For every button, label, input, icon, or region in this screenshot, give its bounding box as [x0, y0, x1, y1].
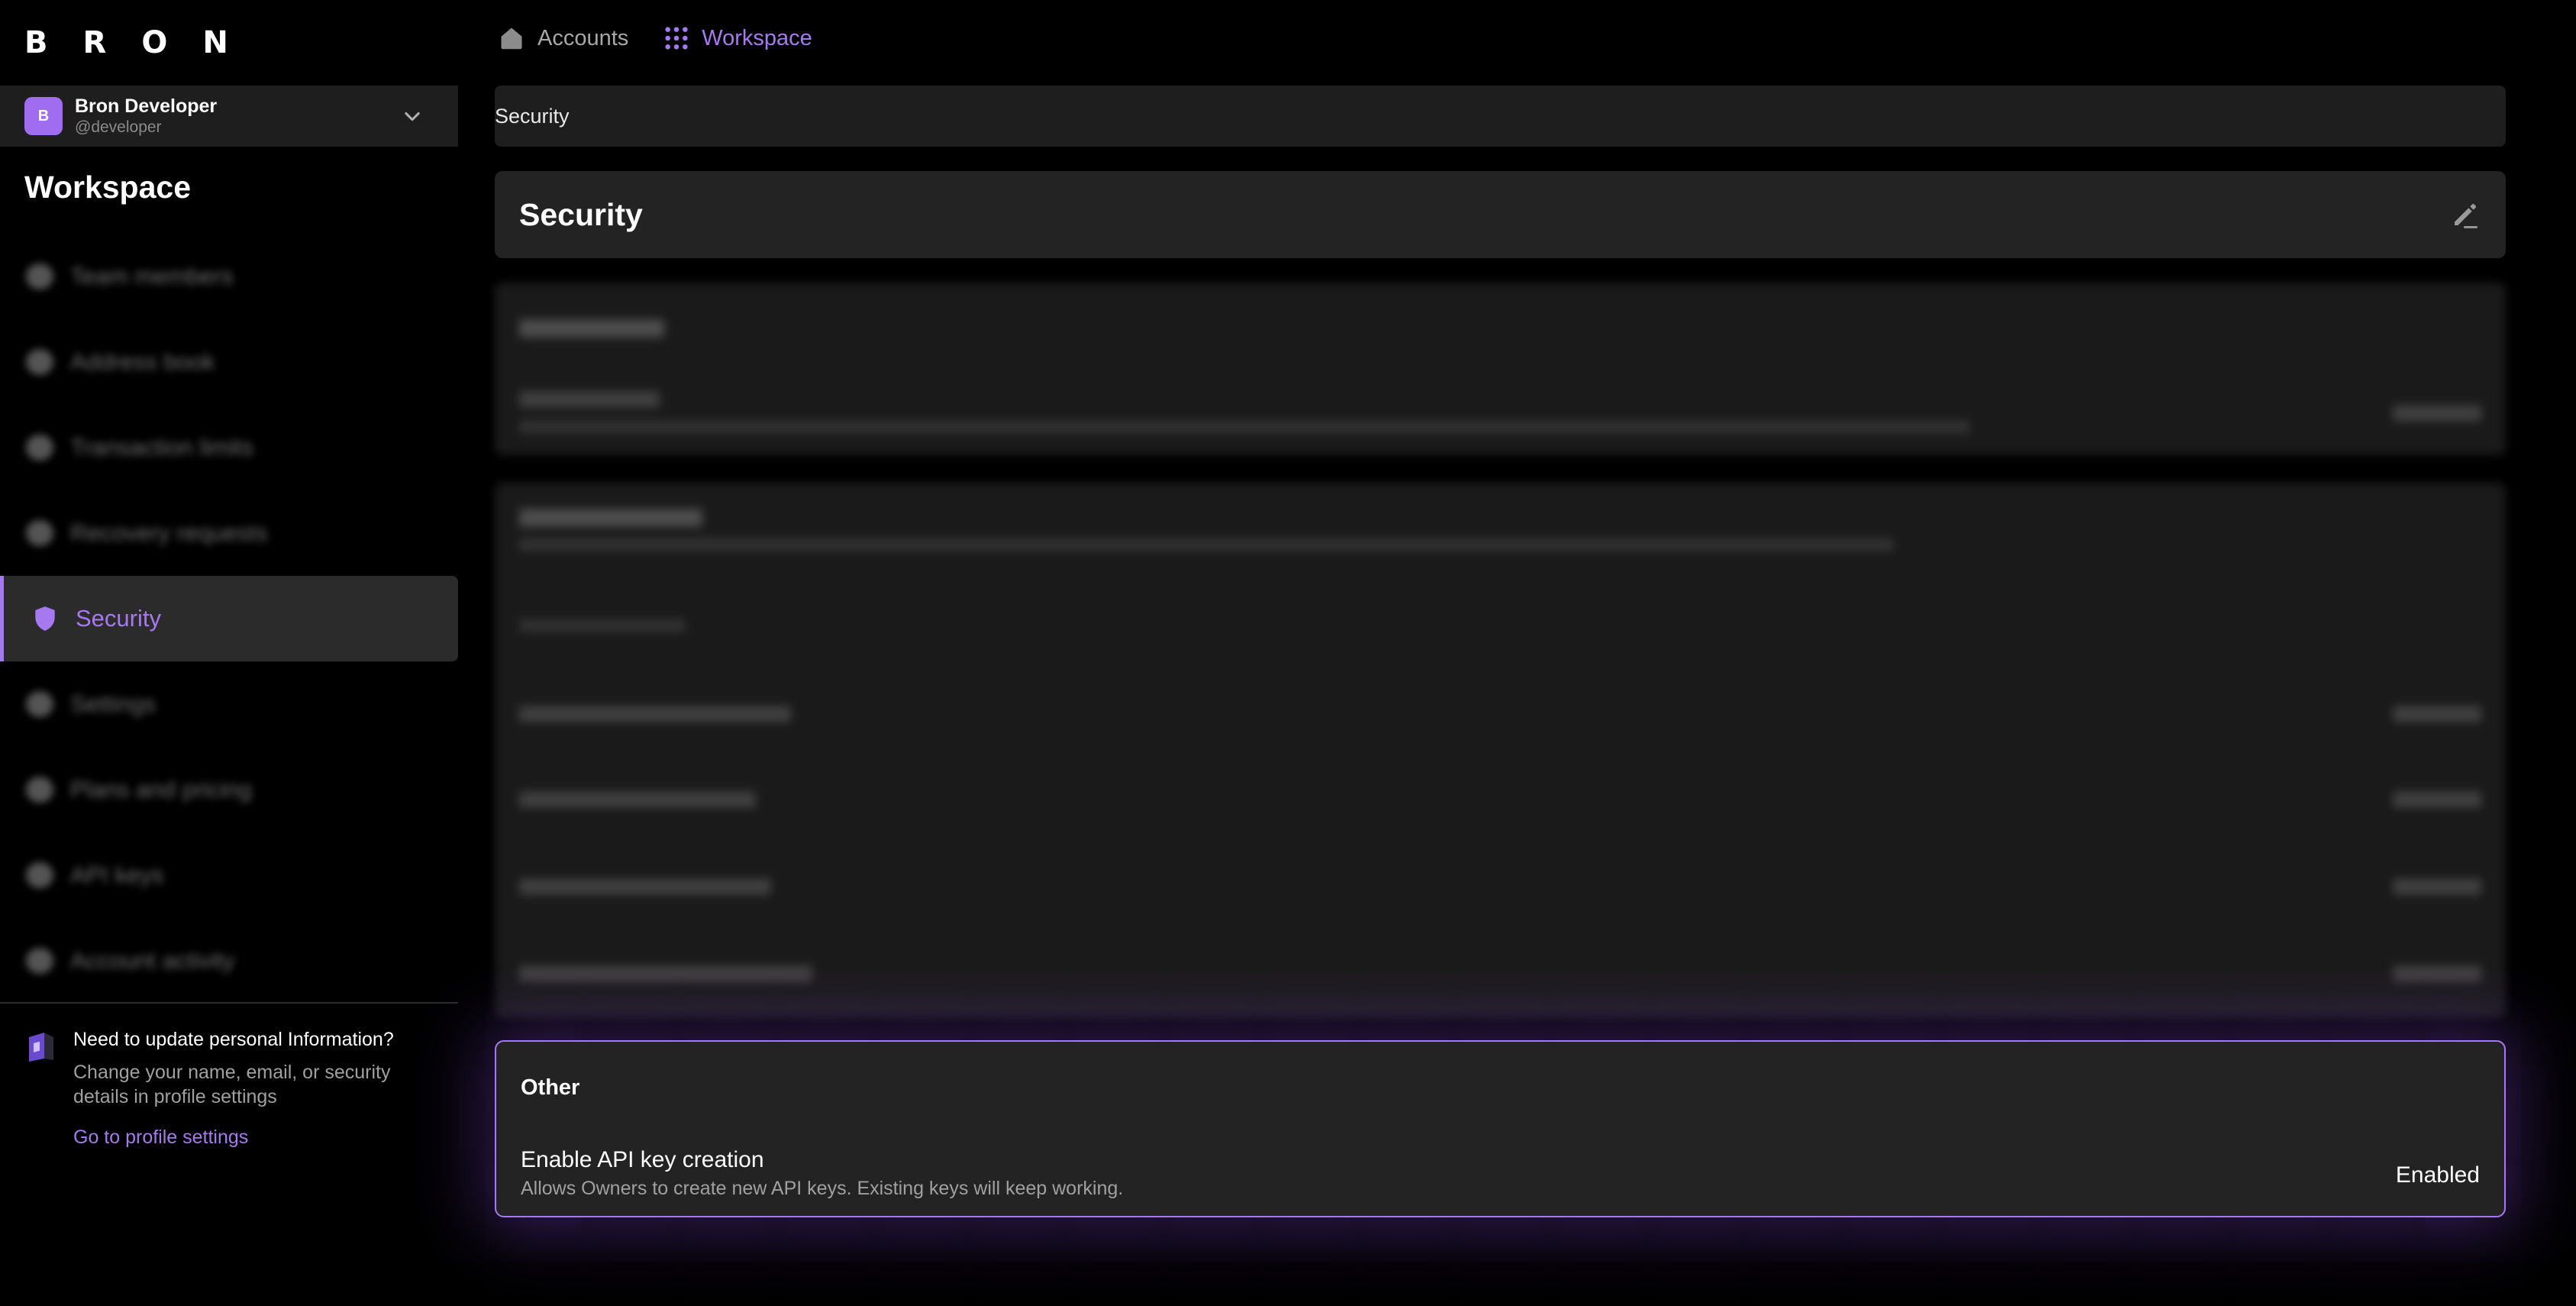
logo-letter: N	[202, 25, 228, 60]
user-handle: @developer	[75, 118, 162, 136]
obscured-section-card	[495, 283, 2506, 455]
sidebar-title: Workspace	[24, 170, 192, 205]
placeholder-bar	[2393, 405, 2481, 422]
placeholder-bar	[519, 878, 771, 895]
page-header: Security	[495, 171, 2506, 258]
key-icon	[24, 860, 55, 891]
shield-icon	[30, 603, 60, 634]
sidebar-item-label: Team members	[70, 263, 234, 289]
settings-icon	[24, 689, 55, 719]
placeholder-bar	[519, 791, 756, 808]
sidebar-item-label: Transaction limits	[70, 434, 254, 461]
sidebar-item-label: Recovery requests	[70, 519, 268, 546]
placeholder-bar	[519, 420, 1970, 434]
sidebar-item-label: Plans and pricing	[70, 776, 252, 803]
api-key-creation-status[interactable]: Enabled	[2396, 1162, 2480, 1188]
sidebar-item-label: Address book	[70, 348, 215, 375]
sidebar-item-account-activity[interactable]: Account activity	[0, 918, 458, 1004]
limits-icon	[24, 432, 55, 463]
address-book-icon	[24, 347, 55, 377]
page-title: Security	[519, 196, 643, 232]
chevron-down-icon[interactable]	[402, 105, 423, 127]
pricing-icon	[24, 774, 55, 805]
placeholder-bar	[519, 509, 702, 527]
sidebar-item-label: Security	[76, 605, 161, 632]
placeholder-bar	[519, 965, 812, 982]
breadcrumb-current: Security	[495, 104, 570, 128]
sidebar-item-settings[interactable]: Settings	[0, 661, 458, 747]
section-title: Other	[521, 1075, 580, 1100]
breadcrumb: Security	[495, 86, 2506, 147]
nav-workspace-label: Workspace	[702, 25, 812, 50]
user-name: Bron Developer	[75, 95, 218, 117]
sidebar-item-address-book[interactable]: Address book	[0, 319, 458, 405]
home-icon	[501, 27, 522, 50]
logo-letter: O	[141, 25, 168, 60]
help-title: Need to update personal Information?	[73, 1029, 394, 1050]
edit-icon[interactable]	[2449, 199, 2481, 231]
recovery-icon	[24, 518, 55, 548]
sidebar-item-api-keys[interactable]: API keys	[0, 832, 458, 918]
placeholder-bar	[519, 319, 664, 338]
nav-accounts-label: Accounts	[537, 25, 629, 50]
help-description: Change your name, email, or security det…	[73, 1062, 391, 1107]
api-key-creation-description: Allows Owners to create new API keys. Ex…	[521, 1178, 1124, 1199]
sidebar-item-label: API keys	[70, 862, 164, 888]
avatar: B	[24, 97, 63, 135]
other-settings-card: Other Enable API key creation Allows Own…	[495, 1040, 2506, 1217]
obscured-section-card	[495, 483, 2506, 1017]
sidebar-item-recovery-requests[interactable]: Recovery requests	[0, 490, 458, 576]
placeholder-bar	[519, 538, 1893, 551]
logo-letter: B	[24, 25, 48, 60]
sidebar-item-label: Settings	[70, 690, 157, 717]
placeholder-bar	[519, 706, 791, 723]
placeholder-bar	[519, 391, 660, 408]
placeholder-bar	[2393, 965, 2481, 982]
team-icon	[24, 261, 55, 292]
nav-accounts[interactable]: Accounts	[498, 24, 628, 52]
sidebar-item-security[interactable]: Security	[0, 576, 458, 661]
logo-letter: R	[82, 25, 107, 60]
placeholder-bar	[2393, 878, 2481, 895]
placeholder-bar	[519, 619, 686, 632]
sidebar-item-team-members[interactable]: Team members	[0, 234, 458, 319]
activity-icon	[24, 946, 55, 976]
placeholder-bar	[2393, 706, 2481, 723]
sidebar-divider	[0, 1002, 458, 1004]
account-switcher[interactable]: B Bron Developer @developer	[0, 86, 458, 147]
bron-logo[interactable]: B R O N	[24, 25, 228, 60]
sidebar-nav: Team members Address book Transaction li…	[0, 234, 458, 1004]
sidebar-item-plans-and-pricing[interactable]: Plans and pricing	[0, 747, 458, 832]
sidebar-item-label: Account activity	[70, 947, 235, 974]
placeholder-bar	[2393, 791, 2481, 808]
profile-card-icon	[29, 1033, 53, 1062]
sidebar-item-transaction-limits[interactable]: Transaction limits	[0, 405, 458, 490]
grid-dots-icon	[665, 27, 688, 50]
nav-workspace[interactable]: Workspace	[663, 25, 812, 51]
profile-settings-link[interactable]: Go to profile settings	[73, 1124, 248, 1150]
top-navigation: Accounts Workspace	[498, 24, 812, 52]
api-key-creation-label: Enable API key creation	[521, 1147, 764, 1172]
